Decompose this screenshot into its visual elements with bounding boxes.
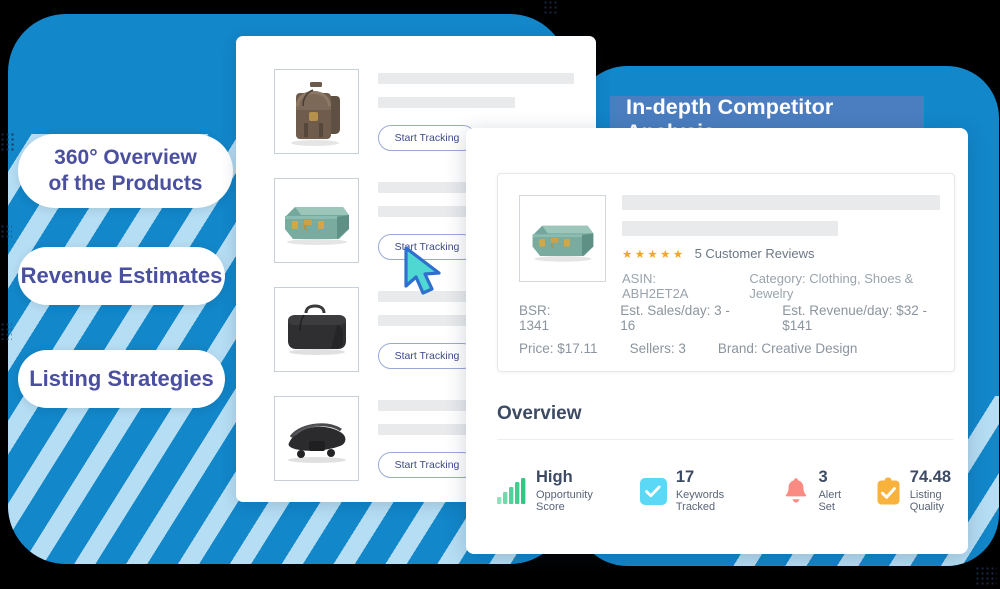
dot-pattern xyxy=(0,224,12,240)
brand-value: Brand: Creative Design xyxy=(717,341,858,356)
product-thumbnail xyxy=(274,396,359,481)
feature-pill-revenue: Revenue Estimates xyxy=(18,247,225,305)
divider xyxy=(497,439,953,440)
product-summary-card: ★★★★★ 5 Customer Reviews ASIN: ABH2ET2A … xyxy=(497,173,955,372)
brown-leather-backpack-icon xyxy=(290,81,340,146)
price-value: Price: $17.11 xyxy=(519,341,598,356)
review-count: 5 Customer Reviews xyxy=(694,246,815,261)
product-image xyxy=(519,195,606,282)
dot-pattern xyxy=(0,322,12,340)
metric-label: Keywords Tracked xyxy=(675,489,725,514)
metric-text: 74.48 Listing Quality xyxy=(909,468,968,514)
metric-value: 74.48 xyxy=(909,468,952,486)
feature-pill-line-2: of the Products xyxy=(48,172,203,195)
sellers-value: Sellers: 3 xyxy=(629,341,686,356)
metric-alert-set: 3 Alert Set xyxy=(783,468,852,514)
product-stats-row-2: Price: $17.11 Sellers: 3 Brand: Creative… xyxy=(519,341,857,356)
start-tracking-button[interactable]: Start Tracking xyxy=(378,343,476,369)
start-tracking-button[interactable]: Start Tracking xyxy=(378,452,476,478)
title-placeholder xyxy=(378,73,574,84)
metric-keywords-tracked: 17 Keywords Tracked xyxy=(639,468,753,514)
metric-text: 3 Alert Set xyxy=(818,468,852,514)
mouse-pointer-icon xyxy=(403,246,449,298)
black-duffel-backpack-icon xyxy=(287,422,346,463)
star-rating-icon: ★★★★★ xyxy=(622,248,686,261)
black-doctor-bag-icon xyxy=(287,303,346,355)
product-thumbnail xyxy=(274,69,359,154)
metric-text: High Opportunity Score xyxy=(536,468,611,514)
metric-opportunity-score: High Opportunity Score xyxy=(497,468,611,514)
subtitle-placeholder xyxy=(622,221,839,236)
competitor-detail-panel: ★★★★★ 5 Customer Reviews ASIN: ABH2ET2A … xyxy=(466,128,968,554)
product-thumbnail xyxy=(274,178,359,263)
bar-chart-icon xyxy=(497,478,527,505)
bell-icon xyxy=(783,477,809,505)
category-value: Category: Clothing, Shoes & Jewelry xyxy=(749,271,914,301)
est-revenue-value: Est. Revenue/day: $32 - $141 xyxy=(782,303,928,333)
dot-pattern xyxy=(975,566,997,586)
metric-text: 17 Keywords Tracked xyxy=(675,468,753,514)
subtitle-placeholder xyxy=(378,97,516,108)
dot-pattern xyxy=(0,132,16,152)
dot-pattern xyxy=(543,0,559,16)
promo-illustration: 360° Overview of the Products Revenue Es… xyxy=(0,0,1000,589)
product-meta-row: ASIN: ABH2ET2A Category: Clothing, Shoes… xyxy=(622,271,940,301)
product-stats-row-1: BSR: 1341 Est. Sales/day: 3 - 16 Est. Re… xyxy=(519,303,954,333)
bsr-value: BSR: 1341 xyxy=(519,303,551,333)
metric-value: 3 xyxy=(818,468,828,486)
metric-listing-quality: 74.48 Listing Quality xyxy=(876,468,968,514)
rating-row: ★★★★★ 5 Customer Reviews xyxy=(622,246,940,261)
product-summary-body: ★★★★★ 5 Customer Reviews ASIN: ABH2ET2A … xyxy=(622,195,940,301)
metric-label: Alert Set xyxy=(818,489,842,514)
check-square-icon xyxy=(639,477,667,505)
clipboard-check-icon xyxy=(876,477,901,506)
title-placeholder xyxy=(622,195,940,210)
teal-vintage-suitcase-icon xyxy=(532,225,593,262)
metric-value: 17 xyxy=(675,468,695,486)
metric-label: Opportunity Score xyxy=(536,489,593,514)
overview-heading: Overview xyxy=(497,403,582,424)
teal-vintage-suitcase-icon xyxy=(284,206,349,245)
feature-pill-line-1: 360° Overview xyxy=(54,146,197,170)
metric-label: Listing Quality xyxy=(909,489,945,514)
product-thumbnail xyxy=(274,287,359,372)
est-sales-value: Est. Sales/day: 3 - 16 xyxy=(620,303,730,333)
feature-pill-overview: 360° Overview of the Products xyxy=(18,134,233,208)
overview-metrics: High Opportunity Score 17 Keywords Track… xyxy=(497,468,968,514)
start-tracking-button[interactable]: Start Tracking xyxy=(378,125,476,151)
metric-value: High xyxy=(536,468,573,486)
asin-value: ASIN: ABH2ET2A xyxy=(622,271,689,301)
feature-pill-listing: Listing Strategies xyxy=(18,350,225,408)
